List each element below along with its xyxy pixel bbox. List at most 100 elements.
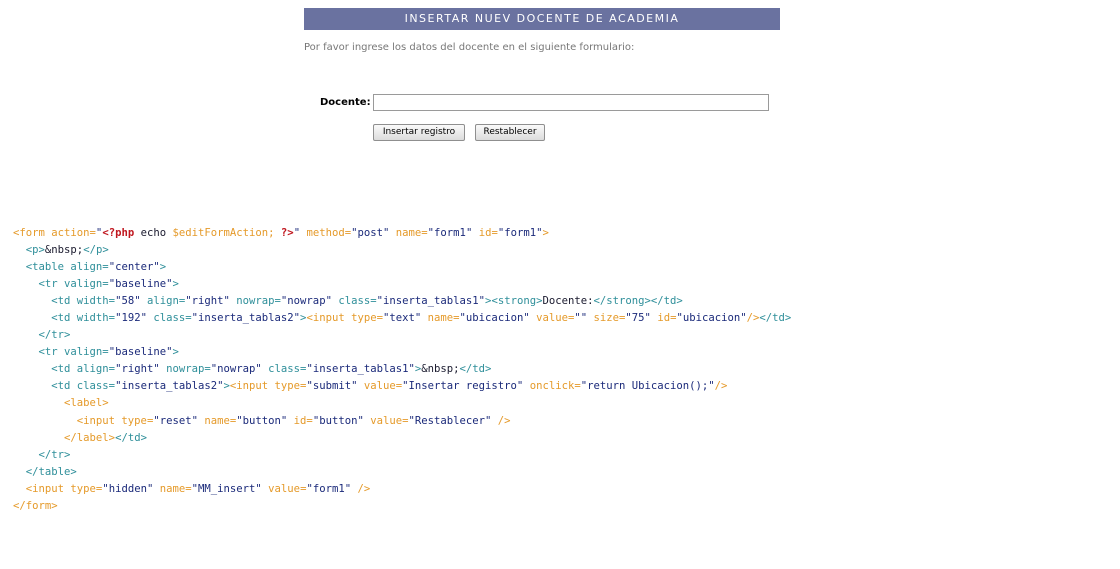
code-token: </td>	[759, 312, 792, 325]
code-token: class=	[261, 363, 307, 376]
code-token: <input type=	[229, 380, 307, 393]
code-token: />	[491, 414, 511, 427]
code-token: "MM_insert"	[191, 482, 262, 495]
code-token: method=	[300, 227, 352, 239]
code-token: </strong>	[593, 295, 651, 308]
code-token: "center"	[108, 261, 160, 274]
code-token: &nbsp;	[44, 244, 84, 257]
code-line: <td class="inserta_tablas2"><input type=…	[13, 378, 791, 395]
code-token: nowrap=	[159, 363, 211, 376]
code-token: &nbsp;	[421, 363, 460, 376]
code-token: "inserta_tablas2"	[191, 312, 301, 325]
code-token: "inserta_tablas1"	[376, 295, 486, 308]
code-token: "baseline"	[108, 278, 173, 291]
code-line: <tr valign="baseline">	[13, 276, 791, 293]
code-token: "inserta_tablas2"	[115, 380, 224, 393]
code-token: "192"	[115, 312, 147, 325]
code-line: <label>	[13, 395, 791, 412]
code-token: nowrap=	[229, 295, 281, 308]
code-token: "ubicacion"	[676, 312, 747, 325]
code-token: <tr valign=	[38, 346, 109, 359]
reset-button[interactable]: Restablecer	[475, 124, 545, 141]
code-token: </tr>	[38, 448, 71, 461]
code-token: value=	[261, 482, 307, 495]
code-token: </p>	[83, 244, 109, 257]
code-token: value=	[357, 380, 403, 393]
code-token: "Restablecer"	[408, 414, 492, 427]
code-line: </tr>	[13, 447, 791, 464]
code-token: "button"	[236, 414, 288, 427]
code-token: >	[172, 278, 179, 291]
code-token: "reset"	[153, 414, 198, 427]
code-line: <td width="192" class="inserta_tablas2">…	[13, 310, 791, 327]
code-token: />	[714, 380, 728, 393]
code-line: <input type="reset" name="button" id="bu…	[13, 413, 791, 430]
code-token: $editFormAction;	[172, 227, 281, 239]
code-token: </label>	[64, 431, 116, 444]
code-token: name=	[153, 482, 192, 495]
code-line: <td align="right" nowrap="nowrap" class=…	[13, 361, 791, 378]
code-token: "form1"	[306, 482, 352, 495]
code-token: "post"	[351, 227, 390, 239]
code-line: </form>	[13, 498, 791, 515]
code-line: <table align="center">	[13, 259, 791, 276]
code-token: "form1"	[427, 227, 473, 239]
code-token: "nowrap"	[210, 363, 262, 376]
code-line: <p>&nbsp;</p>	[13, 242, 791, 259]
code-token: value=	[363, 414, 409, 427]
code-token: <?php	[102, 227, 135, 239]
code-token: "baseline"	[108, 346, 173, 359]
code-token: id=	[472, 227, 498, 239]
code-token: <td align=	[51, 363, 116, 376]
source-code-block: <form action="<?php echo $editFormAction…	[13, 225, 791, 515]
code-token: ""	[574, 312, 588, 325]
code-token: "ubicacion"	[459, 312, 530, 325]
insert-record-button[interactable]: Insertar registro	[373, 124, 465, 141]
code-token: "button"	[312, 414, 364, 427]
code-token: </form>	[13, 499, 58, 512]
code-token: </td>	[459, 363, 492, 376]
code-token: <td width=	[51, 295, 116, 308]
code-token: <input type=	[76, 414, 154, 427]
code-token: name=	[197, 414, 237, 427]
code-token: value=	[529, 312, 575, 325]
code-line: </label></td>	[13, 430, 791, 447]
code-token: </table>	[25, 465, 77, 478]
code-token: <td class=	[51, 380, 116, 393]
code-token: size=	[587, 312, 626, 325]
docente-input[interactable]	[373, 94, 769, 111]
code-token: <table align=	[25, 261, 109, 274]
code-token: "text"	[382, 312, 422, 325]
code-token: "hidden"	[102, 482, 154, 495]
code-token: <strong>	[491, 295, 543, 308]
code-token: "nowrap"	[280, 295, 332, 308]
code-line: <input type="hidden" name="MM_insert" va…	[13, 481, 791, 498]
code-token: "submit"	[306, 380, 358, 393]
code-token: onclick=	[523, 380, 581, 393]
code-token: </td>	[115, 431, 147, 444]
code-token: <p>	[25, 244, 45, 257]
code-token: <input type=	[306, 312, 383, 325]
code-token: </tr>	[38, 329, 71, 342]
code-token: class=	[146, 312, 192, 325]
code-token: "return Ubicacion();"	[580, 380, 715, 393]
code-token: "75"	[625, 312, 651, 325]
code-token: <label>	[64, 397, 109, 410]
code-token: <td width=	[51, 312, 116, 325]
code-token: </td>	[650, 295, 683, 308]
code-line: <td width="58" align="right" nowrap="now…	[13, 293, 791, 310]
code-token: <tr valign=	[38, 278, 109, 291]
docente-label: Docente:	[320, 97, 371, 108]
